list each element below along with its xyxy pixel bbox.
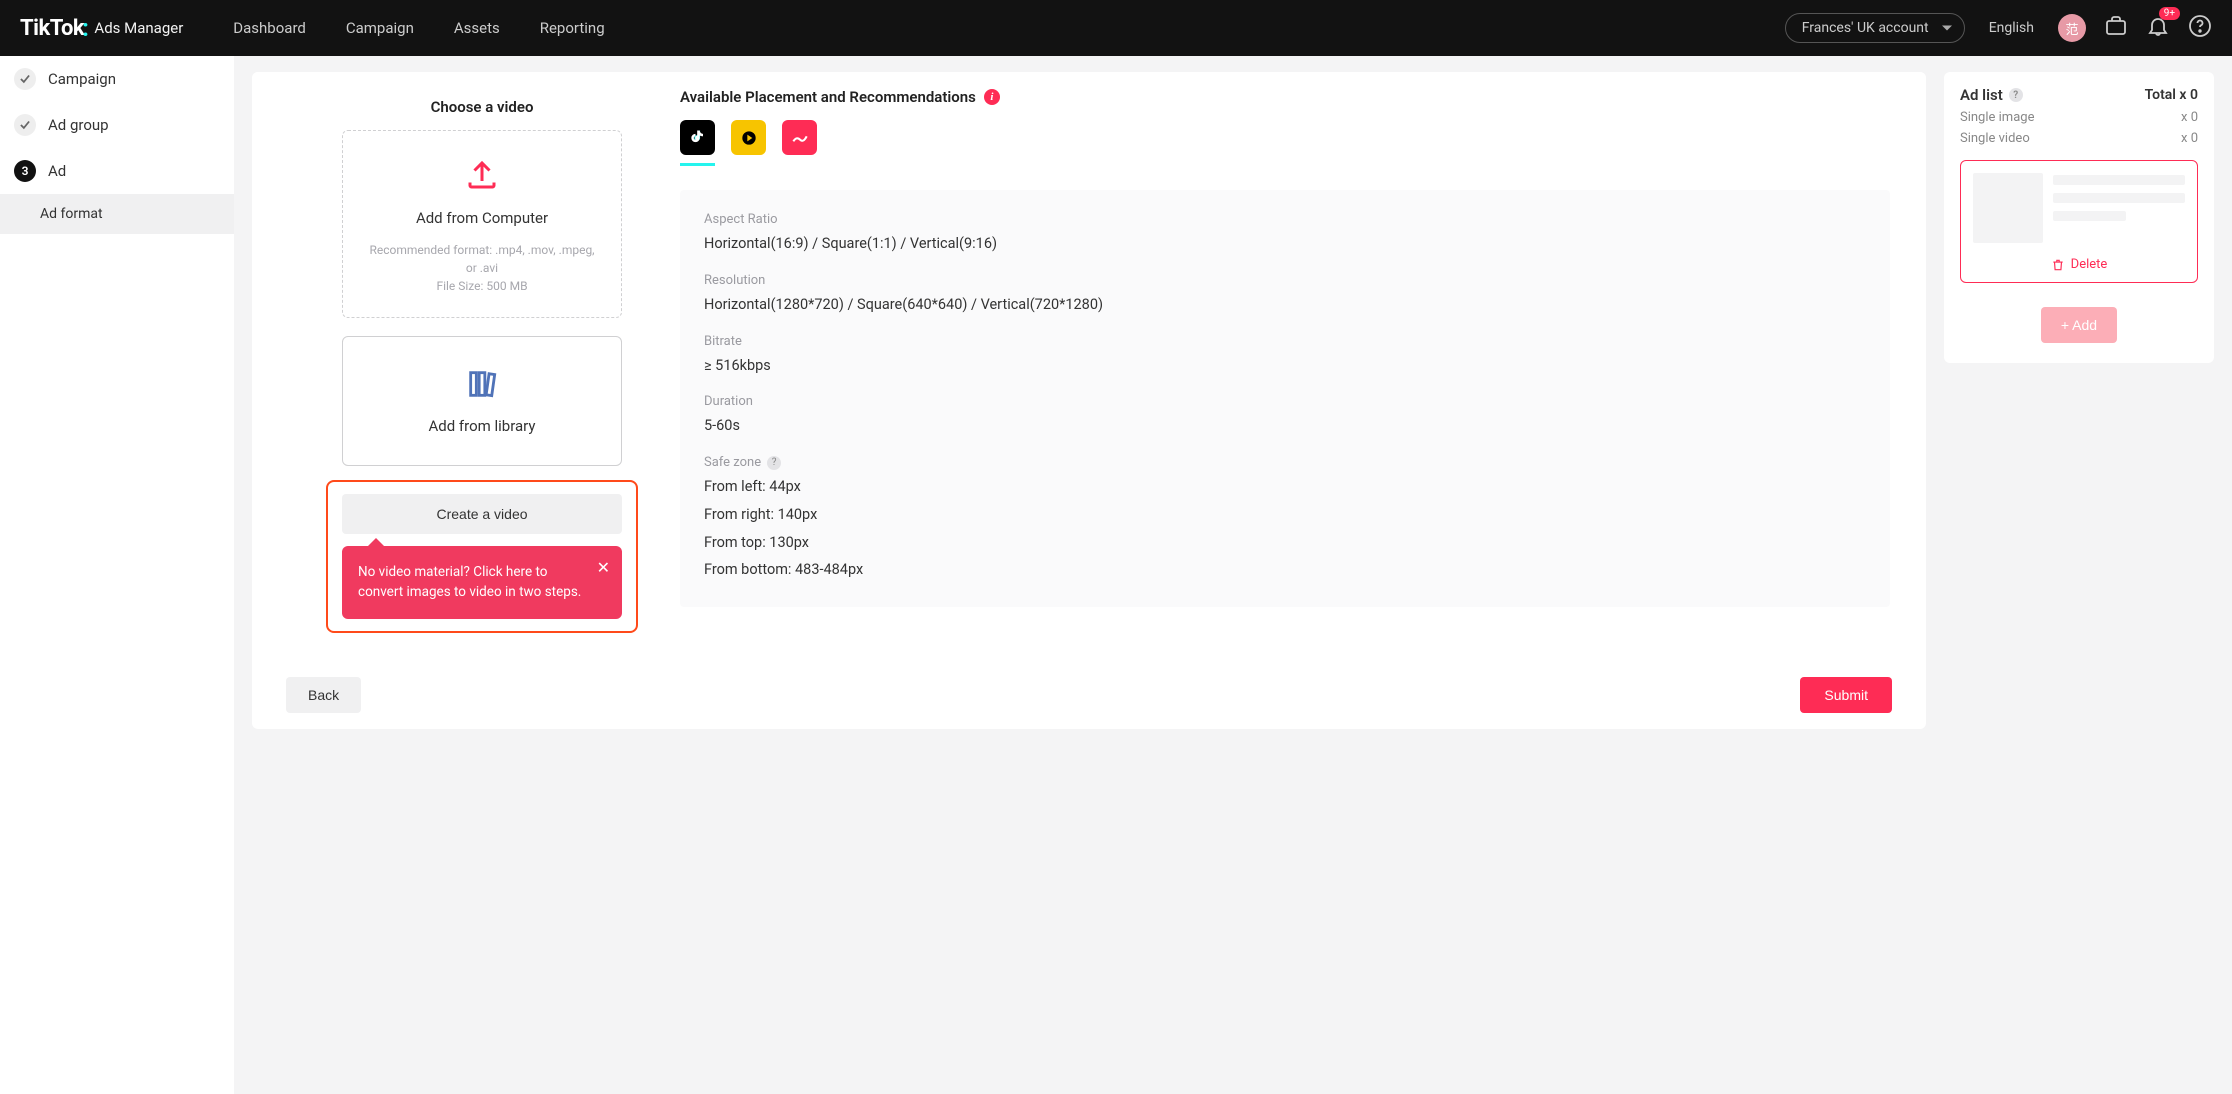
placement-column: Available Placement and Recommendations … [680,72,1926,657]
step-ad[interactable]: 3 Ad [0,148,234,194]
account-select[interactable]: Frances' UK account [1785,13,1965,43]
spec-bitrate-label: Bitrate [704,334,1866,349]
nav-assets[interactable]: Assets [454,19,500,37]
footer-buttons: Back Submit [252,657,1926,729]
spec-safezone-label: Safe zone ? [704,455,1866,470]
step-adgroup[interactable]: Ad group [0,102,234,148]
step-label: Campaign [48,70,116,88]
logo[interactable]: TikTok: Ads Manager [20,16,183,41]
spec-res-value: Horizontal(1280*720) / Square(640*640) /… [704,294,1866,316]
spec-aspect-value: Horizontal(16:9) / Square(1:1) / Vertica… [704,233,1866,255]
placement-tiktok[interactable] [680,120,715,155]
adlist-row-video: Single videox 0 [1960,131,2198,146]
thumbnail-placeholder [1973,173,2043,243]
add-from-library-card[interactable]: Add from library [342,336,622,466]
close-icon[interactable]: ✕ [597,556,610,580]
top-header: TikTok: Ads Manager Dashboard Campaign A… [0,0,2232,56]
language-select[interactable]: English [1989,20,2034,36]
spec-duration-value: 5-60s [704,415,1866,437]
account-select-value: Frances' UK account [1802,20,1929,36]
adlist-item-card[interactable]: Delete [1960,160,2198,283]
nav-dashboard[interactable]: Dashboard [233,19,306,37]
placement-app2[interactable] [731,120,766,155]
spec-aspect-label: Aspect Ratio [704,212,1866,227]
spec-sz-top: From top: 130px [704,532,1866,554]
bell-icon[interactable]: 9+ [2146,14,2170,42]
notif-badge: 9+ [2159,7,2180,20]
check-icon [14,114,36,136]
help-icon[interactable]: ? [2009,88,2023,102]
avatar[interactable]: 范 [2058,14,2086,42]
back-button[interactable]: Back [286,677,361,713]
spec-duration-label: Duration [704,394,1866,409]
library-icon [363,367,601,405]
placement-app-icons [680,120,1890,166]
steps-sidebar: Campaign Ad group 3 Ad Ad format [0,56,234,1094]
create-video-highlight: Create a video No video material? Click … [326,480,638,633]
spec-panel: Aspect Ratio Horizontal(16:9) / Square(1… [680,190,1890,607]
substep-label: Ad format [40,206,103,222]
info-icon[interactable]: i [984,89,1000,105]
tooltip-text: No video material? Click here to convert… [358,564,581,600]
ad-list-panel: Ad list ? Total x 0 Single imagex 0 Sing… [1944,72,2214,363]
upload-hint: Recommended format: .mp4, .mov, .mpeg, o… [363,241,601,295]
submit-button[interactable]: Submit [1800,677,1892,713]
main-area: Choose a video Add from Computer Recomme… [234,56,2232,1094]
check-icon [14,68,36,90]
briefcase-icon[interactable] [2104,14,2128,42]
choose-video-column: Choose a video Add from Computer Recomme… [312,72,652,657]
adlist-row-image: Single imagex 0 [1960,110,2198,125]
delete-button[interactable]: Delete [1973,257,2185,272]
step-number: 3 [14,160,36,182]
help-icon[interactable] [2188,14,2212,42]
upload-icon [363,157,601,197]
spec-sz-right: From right: 140px [704,504,1866,526]
choose-video-title: Choose a video [431,72,534,130]
step-campaign[interactable]: Campaign [0,56,234,102]
adlist-total: Total x 0 [2145,87,2198,103]
trash-icon [2051,258,2065,272]
spec-sz-bottom: From bottom: 483-484px [704,559,1866,581]
step-label: Ad group [48,116,109,134]
substep-adformat[interactable]: Ad format [0,194,234,234]
library-title: Add from library [363,417,601,435]
adlist-skeleton [1973,173,2185,243]
brand-wordmark: TikTok: [20,16,88,41]
adlist-title: Ad list ? [1960,86,2023,104]
spec-bitrate-value: ≥ 516kbps [704,355,1866,377]
placement-app3[interactable] [782,120,817,155]
active-indicator [680,163,715,166]
nav-reporting[interactable]: Reporting [540,19,605,37]
nav-campaign[interactable]: Campaign [346,19,414,37]
line-placeholder [2053,193,2185,203]
brand-sub: Ads Manager [94,19,183,37]
line-placeholder [2053,211,2126,221]
spec-res-label: Resolution [704,273,1866,288]
step-label: Ad [48,162,66,180]
create-video-tooltip: No video material? Click here to convert… [342,546,622,619]
create-video-button[interactable]: Create a video [342,494,622,534]
spec-sz-left: From left: 44px [704,476,1866,498]
help-icon[interactable]: ? [767,456,781,470]
placement-title: Available Placement and Recommendations … [680,88,1890,106]
upload-title: Add from Computer [363,209,601,227]
line-placeholder [2053,175,2185,185]
add-button[interactable]: + Add [2041,307,2117,343]
add-from-computer-card[interactable]: Add from Computer Recommended format: .m… [342,130,622,318]
